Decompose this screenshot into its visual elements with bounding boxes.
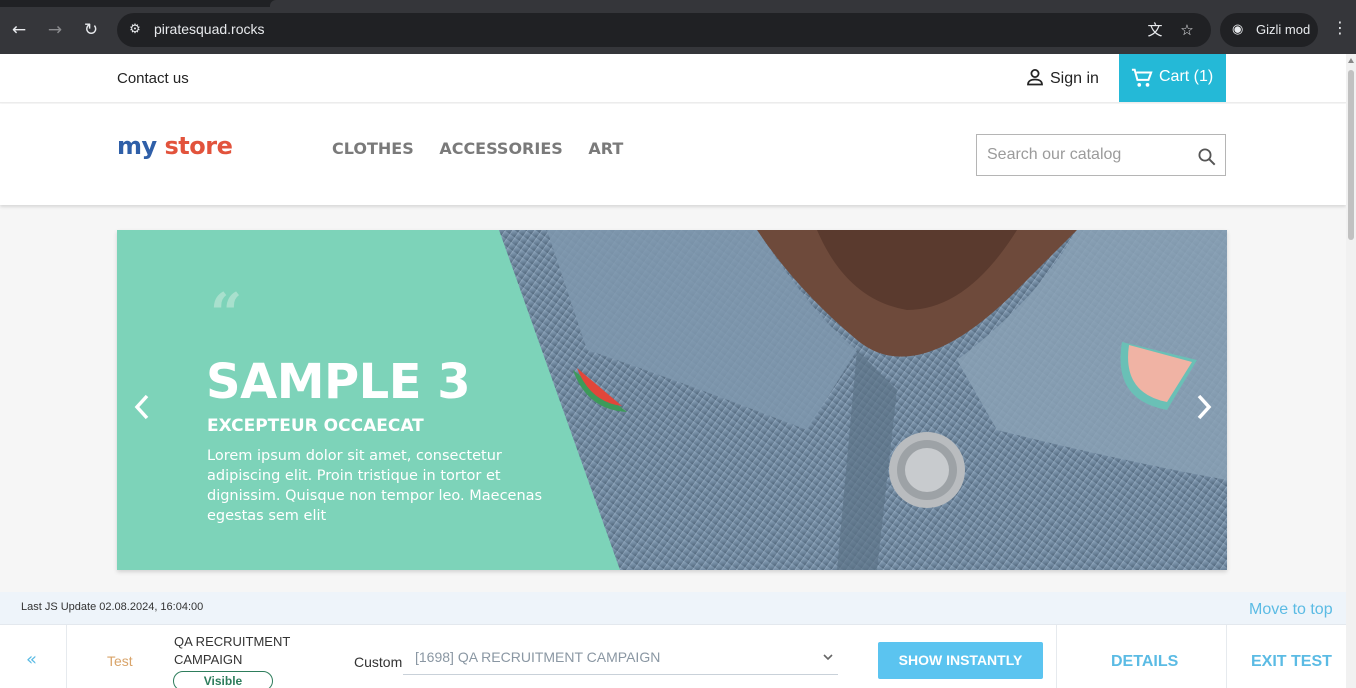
- last-update-bar: Last JS Update 02.08.2024, 16:04:00 Move…: [0, 592, 1346, 624]
- back-icon[interactable]: ←: [7, 18, 31, 42]
- forward-icon[interactable]: →: [43, 18, 67, 42]
- contact-link[interactable]: Contact us: [117, 70, 189, 87]
- logo-my: my: [117, 132, 157, 160]
- campaign-select[interactable]: [1698] QA RECRUITMENT CAMPAIGN: [403, 645, 838, 675]
- signin-label: Sign in: [1050, 70, 1099, 87]
- page-scrollbar[interactable]: [1346, 54, 1356, 688]
- search-placeholder: Search our catalog: [987, 146, 1122, 163]
- search-icon[interactable]: [1197, 147, 1217, 167]
- carousel-next-icon[interactable]: [1192, 392, 1216, 422]
- slide-description: Lorem ipsum dolor sit amet, consectetur …: [207, 448, 543, 524]
- quote-icon: “: [210, 281, 243, 347]
- slide-subtitle: EXCEPTEUR OCCAECAT: [207, 416, 424, 436]
- cart-label: Cart (1): [1159, 68, 1214, 85]
- details-button[interactable]: DETAILS: [1111, 653, 1178, 671]
- scrollbar-thumb[interactable]: [1348, 70, 1354, 240]
- campaign-select-value: [1698] QA RECRUITMENT CAMPAIGN: [415, 649, 661, 665]
- hero-carousel: “ SAMPLE 3 EXCEPTEUR OCCAECAT Lorem ipsu…: [117, 230, 1227, 570]
- active-tab[interactable]: [270, 0, 1356, 7]
- search-input[interactable]: Search our catalog: [976, 134, 1226, 176]
- collapse-icon[interactable]: «: [26, 649, 37, 670]
- browser-toolbar: ← → ↻ ⚙ piratesquad.rocks 文 ☆ ◉ Gizli mo…: [0, 0, 1356, 54]
- chevron-down-icon: [823, 654, 833, 661]
- ab-test-bar: « Test QA RECRUITMENT CAMPAIGN Visible C…: [0, 624, 1346, 688]
- page-content: Contact us Sign in Cart (1) my store CLO…: [0, 54, 1346, 688]
- store-header: my store CLOTHES ACCESSORIES ART Search …: [0, 104, 1346, 205]
- main-menu: CLOTHES ACCESSORIES ART: [332, 139, 643, 158]
- show-instantly-button[interactable]: SHOW INSTANTLY: [878, 642, 1043, 679]
- exit-test-button[interactable]: EXIT TEST: [1251, 653, 1332, 671]
- divider: [66, 625, 67, 688]
- last-update-text: Last JS Update 02.08.2024, 16:04:00: [21, 601, 204, 613]
- site-info-icon[interactable]: ⚙: [125, 20, 145, 40]
- campaign-name: QA RECRUITMENT CAMPAIGN: [174, 634, 291, 667]
- cart-button[interactable]: Cart (1): [1119, 54, 1226, 102]
- address-bar[interactable]: ⚙ piratesquad.rocks 文 ☆: [117, 13, 1211, 47]
- reload-icon[interactable]: ↻: [79, 18, 103, 42]
- divider: [1226, 625, 1227, 688]
- slide-title: SAMPLE 3: [206, 354, 471, 410]
- scroll-up-icon[interactable]: [1348, 58, 1354, 63]
- logo-store: store: [164, 132, 233, 160]
- incognito-label: Gizli mod: [1256, 22, 1311, 37]
- move-to-top-link[interactable]: Move to top: [1249, 601, 1333, 619]
- menu-accessories[interactable]: ACCESSORIES: [439, 139, 562, 158]
- menu-art[interactable]: ART: [588, 139, 623, 158]
- incognito-indicator[interactable]: ◉ Gizli mod: [1220, 13, 1318, 47]
- menu-kebab-icon[interactable]: ⋮: [1330, 18, 1350, 37]
- slide-caption: “ SAMPLE 3 EXCEPTEUR OCCAECAT Lorem ipsu…: [117, 230, 737, 570]
- carousel-prev-icon[interactable]: [130, 392, 154, 422]
- test-label: Test: [107, 653, 133, 669]
- custom-label: Custom: [354, 654, 403, 670]
- visible-badge: Visible: [173, 671, 273, 688]
- store-logo[interactable]: my store: [117, 132, 233, 160]
- incognito-icon: ◉: [1232, 21, 1244, 36]
- url-text[interactable]: piratesquad.rocks: [154, 21, 265, 37]
- menu-clothes[interactable]: CLOTHES: [332, 139, 414, 158]
- bookmark-star-icon[interactable]: ☆: [1177, 20, 1197, 40]
- signin-link[interactable]: Sign in: [1026, 68, 1099, 88]
- divider: [1056, 625, 1057, 688]
- tab-strip: [0, 0, 1356, 7]
- translate-icon[interactable]: 文: [1145, 20, 1165, 40]
- cart-icon: [1131, 68, 1153, 87]
- user-icon: [1027, 69, 1043, 86]
- top-nav: Contact us Sign in Cart (1): [0, 54, 1346, 103]
